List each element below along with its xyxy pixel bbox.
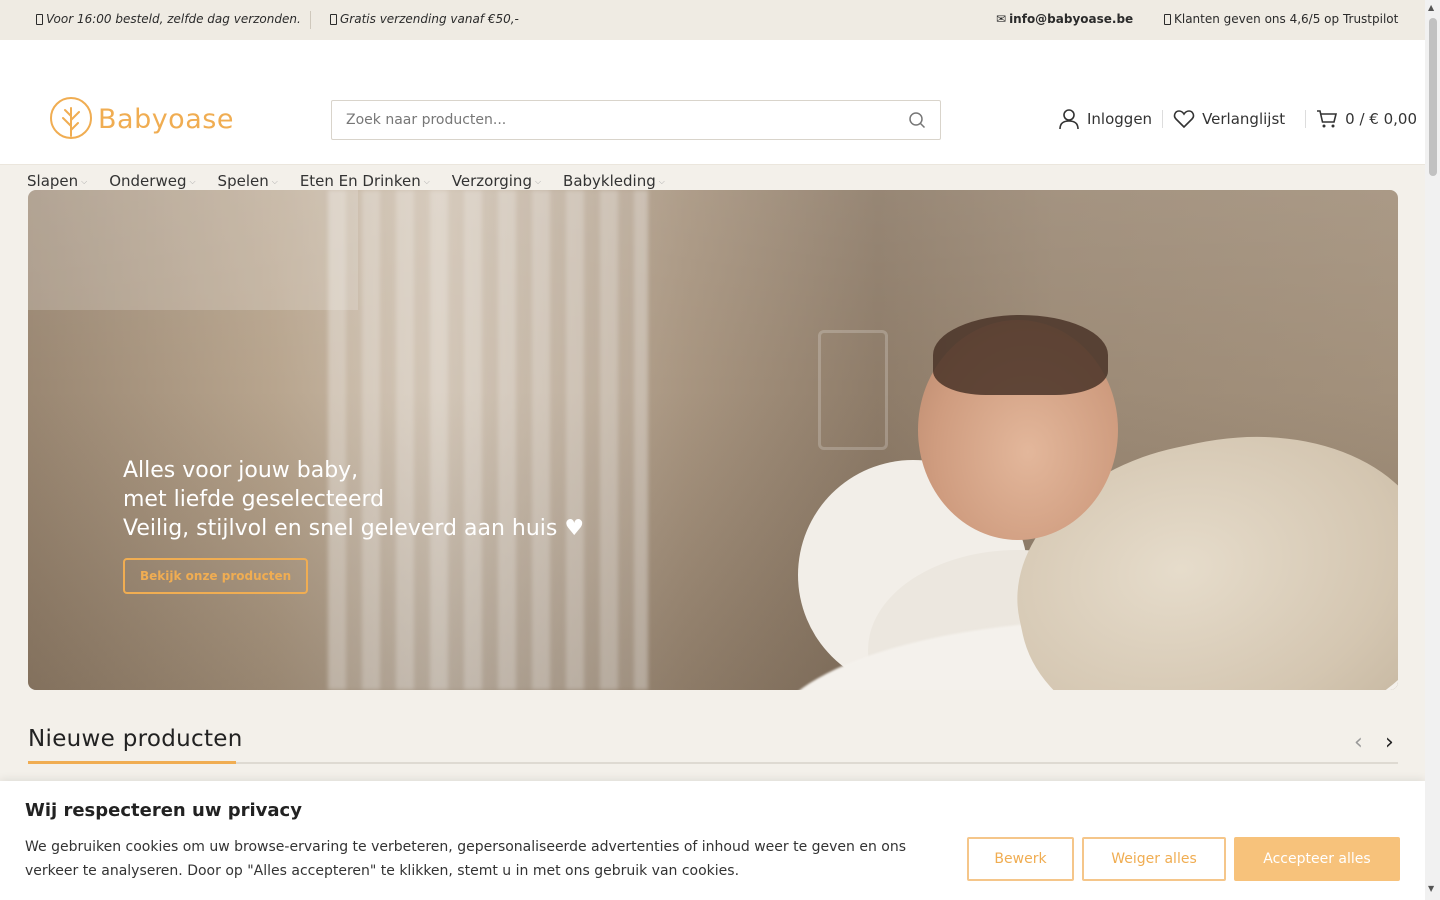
header: Babyoase Zoek naar producten... Inloggen — [0, 40, 1425, 190]
chevron-down-icon: ⌵ — [423, 177, 430, 186]
chevron-down-icon: ⌵ — [81, 177, 88, 186]
curtain — [328, 190, 648, 690]
scrollbar[interactable]: ▲ ▼ — [1425, 0, 1440, 900]
nav-item-babykleding[interactable]: Babykleding ⌵ — [563, 172, 665, 190]
divider — [1305, 110, 1307, 128]
chevron-left-icon[interactable]: ‹ — [1354, 730, 1363, 755]
tree-logo-icon — [50, 97, 92, 139]
trustpilot-rating[interactable]: Klanten geven ons 4,6/5 op Trustpilot — [1164, 12, 1398, 26]
header-actions: Inloggen Verlanglijst 0 / € 0,00 — [1058, 108, 1417, 130]
decor-house — [818, 330, 888, 450]
nav-item-verzorging[interactable]: Verzorging ⌵ — [452, 172, 541, 190]
missing-glyph-icon — [1164, 13, 1171, 25]
chevron-down-icon: ⌵ — [658, 177, 665, 186]
chevron-down-icon: ⌵ — [534, 177, 542, 186]
cart-icon — [1317, 110, 1338, 128]
reject-all-button[interactable]: Weiger alles — [1082, 837, 1226, 881]
usp-free-shipping: Gratis verzending vanaf €50,- — [330, 12, 519, 26]
search-bar[interactable]: Zoek naar producten... — [331, 100, 941, 140]
nav-item-spelen[interactable]: Spelen ⌵ — [218, 172, 278, 190]
chevron-down-icon: ⌵ — [271, 177, 278, 186]
section-title: Nieuwe producten — [28, 726, 243, 752]
section-divider-accent — [28, 761, 236, 764]
nav-item-eten-en-drinken[interactable]: Eten En Drinken ⌵ — [300, 172, 430, 190]
main-nav: Slapen ⌵ Onderweg ⌵ Spelen ⌵ Eten En Drinke… — [27, 172, 687, 190]
login-link[interactable]: Inloggen — [1058, 108, 1152, 130]
user-icon — [1059, 109, 1079, 130]
search-icon[interactable] — [908, 111, 926, 129]
usp-same-day: Voor 16:00 besteld, zelfde dag verzonden… — [36, 12, 301, 26]
window-light — [28, 190, 358, 310]
email-link[interactable]: ✉ info@babyoase.be — [996, 12, 1133, 26]
accept-all-button[interactable]: Accepteer alles — [1234, 837, 1400, 881]
hero-heading: Alles voor jouw baby, met liefde geselec… — [123, 458, 585, 541]
chevron-right-icon[interactable]: › — [1385, 730, 1394, 755]
logo-text: Babyoase — [98, 103, 234, 135]
cookie-banner: Wij respecteren uw privacy We gebruiken … — [0, 781, 1425, 900]
scroll-thumb[interactable] — [1429, 18, 1437, 176]
scroll-up-icon[interactable]: ▲ — [1428, 3, 1434, 12]
baby-hair — [933, 315, 1108, 395]
chevron-down-icon: ⌵ — [189, 177, 196, 186]
divider — [1162, 110, 1164, 128]
search-input[interactable]: Zoek naar producten... — [346, 112, 908, 128]
hero-banner: Alles voor jouw baby, met liefde geselec… — [28, 190, 1398, 690]
top-bar: Voor 16:00 besteld, zelfde dag verzonden… — [0, 0, 1425, 40]
wishlist-link[interactable]: Verlanglijst — [1173, 109, 1285, 129]
cart-link[interactable]: 0 / € 0,00 — [1316, 109, 1417, 129]
nav-item-slapen[interactable]: Slapen ⌵ — [27, 172, 87, 190]
divider — [310, 11, 311, 29]
logo[interactable]: Babyoase — [48, 96, 234, 142]
edit-cookies-button[interactable]: Bewerk — [967, 837, 1074, 881]
heart-icon — [1173, 110, 1195, 129]
page: Voor 16:00 besteld, zelfde dag verzonden… — [0, 0, 1425, 900]
view-products-button[interactable]: Bekijk onze producten — [123, 558, 309, 594]
scroll-down-icon[interactable]: ▼ — [1428, 884, 1434, 893]
cookie-text: We gebruiken cookies om uw browse-ervari… — [25, 839, 907, 879]
missing-glyph-icon — [330, 13, 337, 25]
cookie-title: Wij respecteren uw privacy — [25, 800, 302, 821]
nav-item-onderweg[interactable]: Onderweg ⌵ — [109, 172, 195, 190]
missing-glyph-icon — [36, 13, 43, 25]
mail-icon: ✉ — [996, 12, 1007, 26]
